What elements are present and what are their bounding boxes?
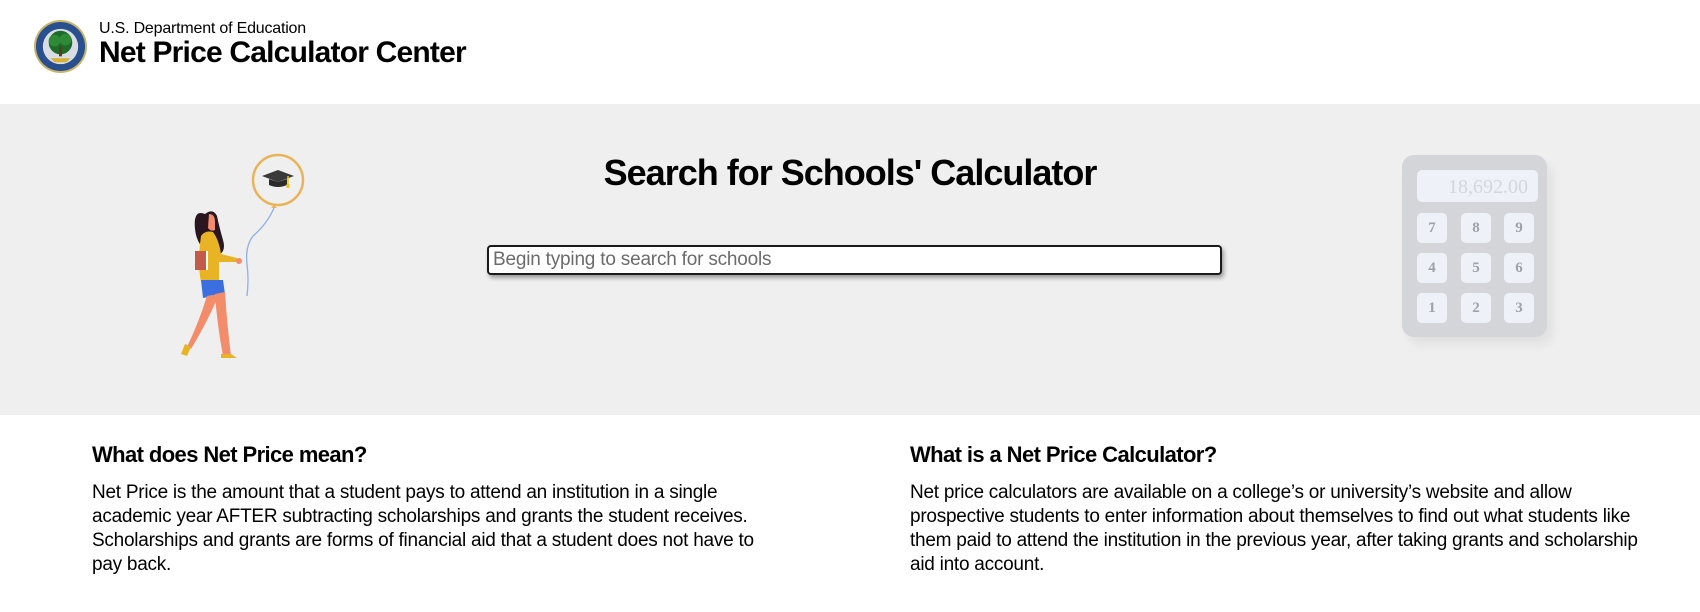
calculator-info: What is a Net Price Calculator? Net pric… bbox=[910, 442, 1640, 577]
school-search-input[interactable] bbox=[487, 245, 1222, 275]
site-title[interactable]: Net Price Calculator Center bbox=[99, 36, 467, 70]
calculator-display: 18,692.00 bbox=[1417, 170, 1538, 202]
calculator-heading: What is a Net Price Calculator? bbox=[910, 442, 1217, 467]
calculator-key: 3 bbox=[1504, 293, 1534, 323]
calculator-key: 6 bbox=[1504, 253, 1534, 283]
search-hero: Search for Schools' Calculator 18,692.00… bbox=[0, 104, 1700, 415]
department-seal-icon[interactable] bbox=[33, 19, 88, 74]
calculator-key: 5 bbox=[1461, 253, 1491, 283]
calculator-key: 9 bbox=[1504, 213, 1534, 243]
net-price-description: Net Price is the amount that a student p… bbox=[92, 482, 754, 575]
calculator-description: Net price calculators are available on a… bbox=[910, 482, 1638, 575]
site-header: U.S. Department of Education Net Price C… bbox=[0, 0, 1700, 104]
calculator-key: 7 bbox=[1417, 213, 1447, 243]
net-price-heading: What does Net Price mean? bbox=[92, 442, 367, 467]
calculator-graphic: 18,692.00 7 8 9 4 5 6 1 2 3 bbox=[1402, 155, 1547, 337]
calculator-key: 4 bbox=[1417, 253, 1447, 283]
calculator-key: 2 bbox=[1461, 293, 1491, 323]
net-price-info: What does Net Price mean? Net Price is t… bbox=[92, 442, 762, 577]
calculator-key: 8 bbox=[1461, 213, 1491, 243]
calculator-key: 1 bbox=[1417, 293, 1447, 323]
